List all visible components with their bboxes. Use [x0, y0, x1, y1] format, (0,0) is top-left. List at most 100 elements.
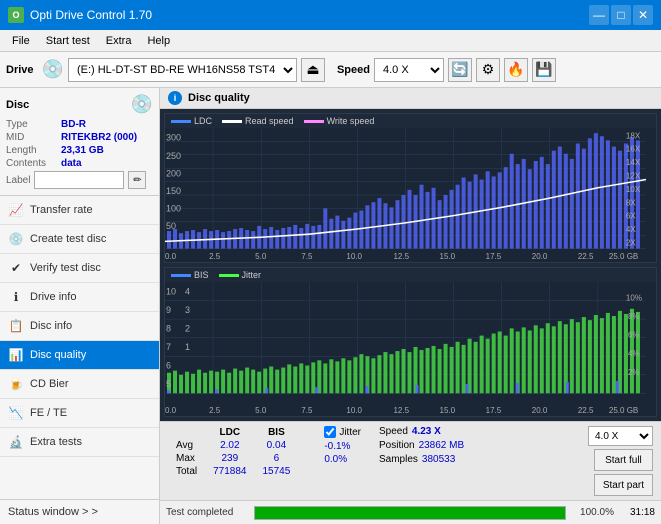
window-controls: — □ ✕ — [589, 5, 653, 25]
save-button[interactable]: 💾 — [532, 58, 556, 82]
svg-text:4X: 4X — [626, 225, 636, 234]
menu-extra[interactable]: Extra — [98, 30, 140, 52]
svg-text:22.5: 22.5 — [578, 252, 594, 261]
legend-jitter-label: Jitter — [242, 270, 262, 280]
disc-quality-header-icon: i — [168, 91, 182, 105]
label-input[interactable] — [34, 171, 124, 189]
svg-text:7.5: 7.5 — [301, 252, 313, 261]
fe-te-icon: 📉 — [8, 405, 24, 421]
sidebar-item-extra-tests[interactable]: 🔬 Extra tests — [0, 428, 159, 457]
app-icon: O — [8, 7, 24, 23]
sidebar-item-drive-info[interactable]: ℹ Drive info — [0, 283, 159, 312]
svg-text:10%: 10% — [626, 293, 642, 302]
sidebar: Disc 💿 Type BD-R MID RITEKBR2 (000) Leng… — [0, 88, 160, 524]
menu-help[interactable]: Help — [139, 30, 178, 52]
disc-quality-title: Disc quality — [188, 92, 250, 104]
legend-jitter-color — [219, 274, 239, 277]
eject-button[interactable]: ⏏ — [301, 58, 325, 82]
svg-text:8: 8 — [166, 323, 171, 333]
progress-area: Test completed 100.0% 31:18 — [160, 500, 661, 524]
menu-file[interactable]: File — [4, 30, 38, 52]
svg-text:2%: 2% — [628, 368, 640, 377]
svg-text:4%: 4% — [628, 349, 640, 358]
legend-write-speed: Write speed — [304, 116, 375, 126]
svg-text:15.0: 15.0 — [440, 252, 456, 261]
length-label: Length — [6, 145, 61, 156]
svg-text:14X: 14X — [626, 158, 641, 167]
maximize-button[interactable]: □ — [611, 5, 631, 25]
samples-label: Samples — [379, 454, 418, 465]
speed-label-stats: Speed — [379, 426, 408, 437]
row-total-bis: 15745 — [255, 465, 299, 478]
create-test-disc-label: Create test disc — [30, 233, 106, 245]
jitter-checkbox[interactable] — [324, 426, 336, 438]
position-label: Position — [379, 440, 415, 451]
svg-text:7.5: 7.5 — [301, 406, 313, 415]
svg-text:17.5: 17.5 — [486, 252, 502, 261]
row-total-ldc: 771884 — [205, 465, 254, 478]
nav-items: 📈 Transfer rate 💿 Create test disc ✔ Ver… — [0, 196, 159, 499]
row-max-label: Max — [168, 452, 205, 465]
svg-text:2: 2 — [185, 323, 190, 333]
cd-bier-icon: 🍺 — [8, 376, 24, 392]
start-part-button[interactable]: Start part — [594, 474, 653, 496]
svg-text:6: 6 — [166, 360, 171, 370]
transfer-rate-label: Transfer rate — [30, 204, 93, 216]
sidebar-item-cd-bier[interactable]: 🍺 CD Bier — [0, 370, 159, 399]
drive-label: Drive — [6, 64, 34, 76]
legend-bis-label: BIS — [194, 270, 209, 280]
contents-label: Contents — [6, 158, 61, 169]
svg-text:18X: 18X — [626, 131, 641, 140]
drive-select[interactable]: (E:) HL-DT-ST BD-RE WH16NS58 TST4 — [68, 58, 297, 82]
speed-select-stats[interactable]: 4.0 X — [588, 426, 653, 446]
svg-text:8X: 8X — [626, 198, 636, 207]
svg-text:5: 5 — [166, 379, 171, 389]
svg-text:20.0: 20.0 — [532, 406, 548, 415]
stats-area: LDC BIS Avg 2.02 0.04 Max 239 6 — [160, 421, 661, 500]
svg-text:12X: 12X — [626, 171, 641, 180]
burn-button[interactable]: 🔥 — [504, 58, 528, 82]
chart1-legend: LDC Read speed Write speed — [165, 114, 656, 128]
start-full-button[interactable]: Start full — [594, 449, 653, 471]
settings-button[interactable]: ⚙ — [476, 58, 500, 82]
close-button[interactable]: ✕ — [633, 5, 653, 25]
svg-text:6X: 6X — [626, 212, 636, 221]
svg-text:50: 50 — [166, 221, 176, 231]
svg-text:9: 9 — [166, 305, 171, 315]
legend-write-speed-color — [304, 120, 324, 123]
svg-text:25.0 GB: 25.0 GB — [609, 252, 638, 261]
toolbar: Drive 💿 (E:) HL-DT-ST BD-RE WH16NS58 TST… — [0, 52, 661, 88]
disc-quality-icon: 📊 — [8, 347, 24, 363]
svg-text:3: 3 — [185, 305, 190, 315]
svg-text:4: 4 — [185, 286, 190, 296]
legend-ldc: LDC — [171, 116, 212, 126]
menu-start-test[interactable]: Start test — [38, 30, 98, 52]
svg-text:22.5: 22.5 — [578, 406, 594, 415]
svg-text:20.0: 20.0 — [532, 252, 548, 261]
svg-text:12.5: 12.5 — [393, 406, 409, 415]
svg-text:16X: 16X — [626, 145, 641, 154]
row-max-ldc: 239 — [205, 452, 254, 465]
svg-text:17.5: 17.5 — [486, 406, 502, 415]
minimize-button[interactable]: — — [589, 5, 609, 25]
extra-tests-label: Extra tests — [30, 436, 82, 448]
speed-select[interactable]: 4.0 X — [374, 58, 444, 82]
sidebar-item-verify-test-disc[interactable]: ✔ Verify test disc — [0, 254, 159, 283]
label-edit-button[interactable]: ✏ — [128, 171, 146, 189]
refresh-button[interactable]: 🔄 — [448, 58, 472, 82]
sidebar-item-transfer-rate[interactable]: 📈 Transfer rate — [0, 196, 159, 225]
row-avg-bis: 0.04 — [255, 439, 299, 452]
svg-text:10X: 10X — [626, 185, 641, 194]
stats-buttons-section: 4.0 X Start full Start part — [588, 426, 653, 496]
sidebar-item-disc-info[interactable]: 📋 Disc info — [0, 312, 159, 341]
svg-text:2.5: 2.5 — [209, 252, 221, 261]
sidebar-item-create-test-disc[interactable]: 💿 Create test disc — [0, 225, 159, 254]
status-window-button[interactable]: Status window > > — [0, 499, 159, 524]
speed-label: Speed — [337, 64, 370, 76]
sidebar-item-disc-quality[interactable]: 📊 Disc quality — [0, 341, 159, 370]
drive-icon: 💿 — [42, 59, 64, 80]
svg-text:12.5: 12.5 — [393, 252, 409, 261]
sidebar-item-fe-te[interactable]: 📉 FE / TE — [0, 399, 159, 428]
disc-info-icon: 📋 — [8, 318, 24, 334]
svg-text:100: 100 — [166, 203, 181, 213]
